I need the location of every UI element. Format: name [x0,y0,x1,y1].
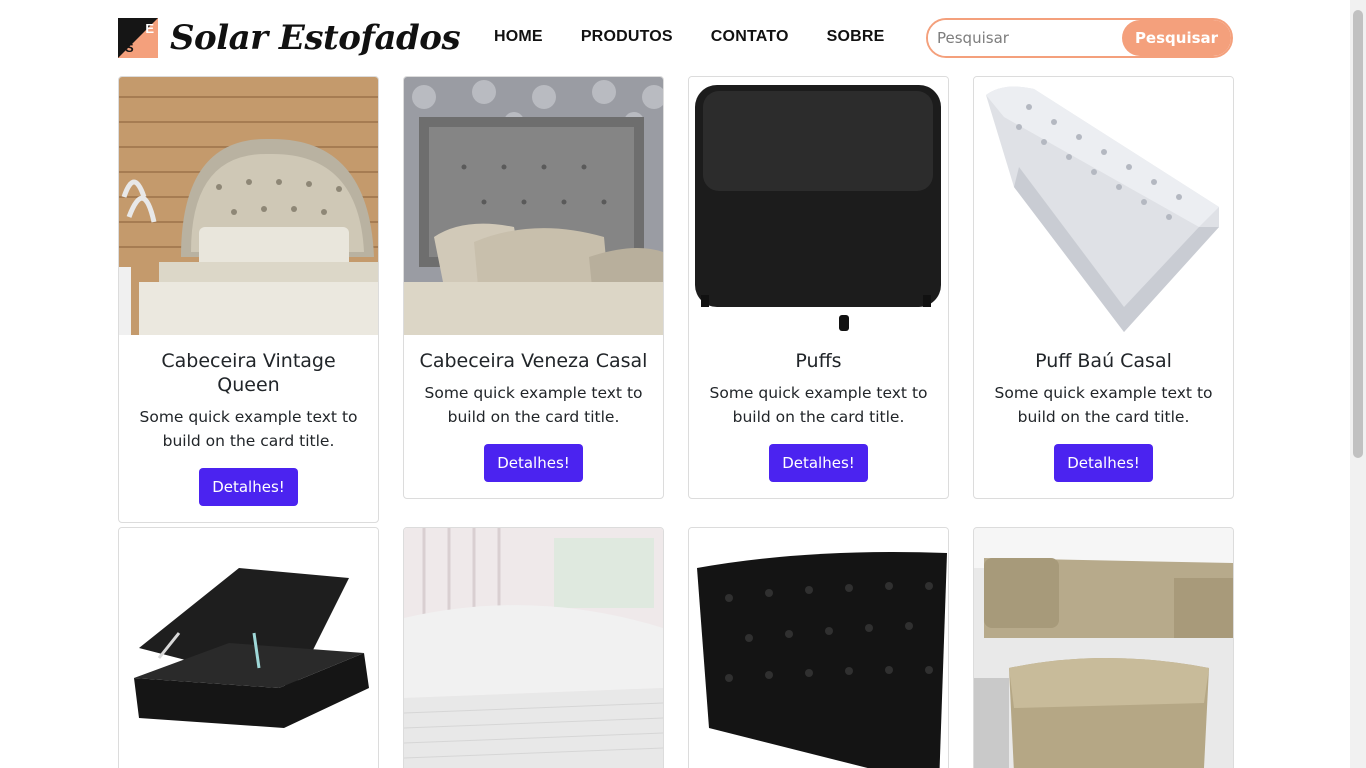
product-description: Some quick example text to build on the … [994,384,1213,426]
product-title: Cabeceira Vintage Queen [161,350,336,396]
site-header: E S Solar Estofados HOME PRODUTOS CONTAT… [0,0,1350,76]
scrollbar-thumb[interactable] [1353,10,1363,458]
nav-home[interactable]: HOME [494,28,543,46]
product-card: Puffs Some quick example text to build o… [688,76,949,499]
nav-sobre[interactable]: SOBRE [827,28,885,46]
logo-letter-e: E [145,21,154,36]
product-card [403,527,664,768]
nav-contato[interactable]: CONTATO [711,28,789,46]
nav-produtos[interactable]: PRODUTOS [581,28,673,46]
product-card [118,527,379,768]
product-title: Puffs [795,350,842,372]
search-form: Pesquisar [926,18,1233,58]
product-description: Some quick example text to build on the … [424,384,643,426]
product-image[interactable] [974,528,1233,768]
details-button[interactable]: Detalhes! [769,444,868,482]
product-card [688,527,949,768]
product-image[interactable] [974,77,1233,335]
product-image[interactable] [689,528,948,768]
logo-letter-s: S [125,40,134,55]
details-button[interactable]: Detalhes! [199,468,298,506]
details-button[interactable]: Detalhes! [1054,444,1153,482]
product-description: Some quick example text to build on the … [139,408,358,450]
product-image[interactable] [689,77,948,335]
search-input[interactable] [928,20,1122,56]
search-button[interactable]: Pesquisar [1122,20,1231,56]
page-scrollbar[interactable] [1350,0,1366,768]
card-body: Cabeceira Veneza Casal Some quick exampl… [404,335,663,498]
brand-name: Solar Estofados [170,18,461,58]
product-title: Cabeceira Veneza Casal [419,350,648,372]
details-button[interactable]: Detalhes! [484,444,583,482]
product-image[interactable] [119,528,378,768]
card-body: Puffs Some quick example text to build o… [689,335,948,498]
product-card: Cabeceira Veneza Casal Some quick exampl… [403,76,664,499]
main-nav: HOME PRODUTOS CONTATO SOBRE [494,28,923,46]
logo-mark-icon: E S [118,18,158,58]
card-body: Cabeceira Vintage Queen Some quick examp… [119,335,378,522]
card-body: Puff Baú Casal Some quick example text t… [974,335,1233,498]
product-card: Cabeceira Vintage Queen Some quick examp… [118,76,379,523]
product-image[interactable] [404,77,663,335]
product-card [973,527,1234,768]
product-image[interactable] [404,528,663,768]
product-card: Puff Baú Casal Some quick example text t… [973,76,1234,499]
brand-logo[interactable]: E S Solar Estofados [118,18,461,58]
product-title: Puff Baú Casal [1035,350,1172,372]
product-description: Some quick example text to build on the … [709,384,928,426]
product-image[interactable] [119,77,378,335]
